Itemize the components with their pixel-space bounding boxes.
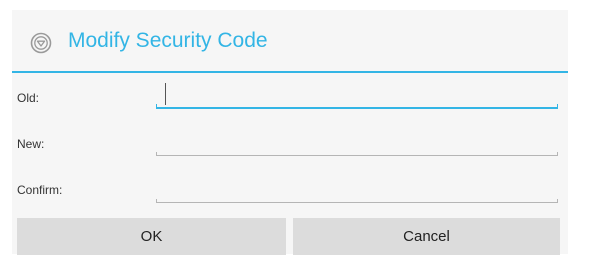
new-code-underline xyxy=(156,155,558,156)
old-code-input[interactable] xyxy=(156,88,558,108)
confirm-code-input[interactable] xyxy=(156,180,558,200)
ok-button[interactable]: OK xyxy=(17,218,286,255)
confirm-code-underline-right-tick xyxy=(557,199,558,203)
security-shield-icon xyxy=(30,32,52,54)
new-code-underline-right-tick xyxy=(557,152,558,156)
old-code-label: Old: xyxy=(17,91,40,105)
old-code-underline-left-tick xyxy=(156,104,157,108)
confirm-code-label: Confirm: xyxy=(17,183,63,197)
confirm-code-underline xyxy=(156,202,558,203)
new-code-underline-left-tick xyxy=(156,152,157,156)
modify-security-code-dialog: Modify Security Code Old: New: Confirm: … xyxy=(12,10,568,255)
old-code-underline-right-tick xyxy=(557,104,558,108)
dialog-title-bar: Modify Security Code xyxy=(12,10,568,71)
dialog-title: Modify Security Code xyxy=(68,29,268,52)
confirm-code-underline-left-tick xyxy=(156,199,157,203)
new-code-label: New: xyxy=(17,137,45,151)
new-code-input[interactable] xyxy=(156,134,558,154)
cancel-button[interactable]: Cancel xyxy=(293,218,560,255)
old-code-underline xyxy=(156,107,558,109)
title-divider xyxy=(12,71,568,73)
text-cursor xyxy=(165,83,166,105)
